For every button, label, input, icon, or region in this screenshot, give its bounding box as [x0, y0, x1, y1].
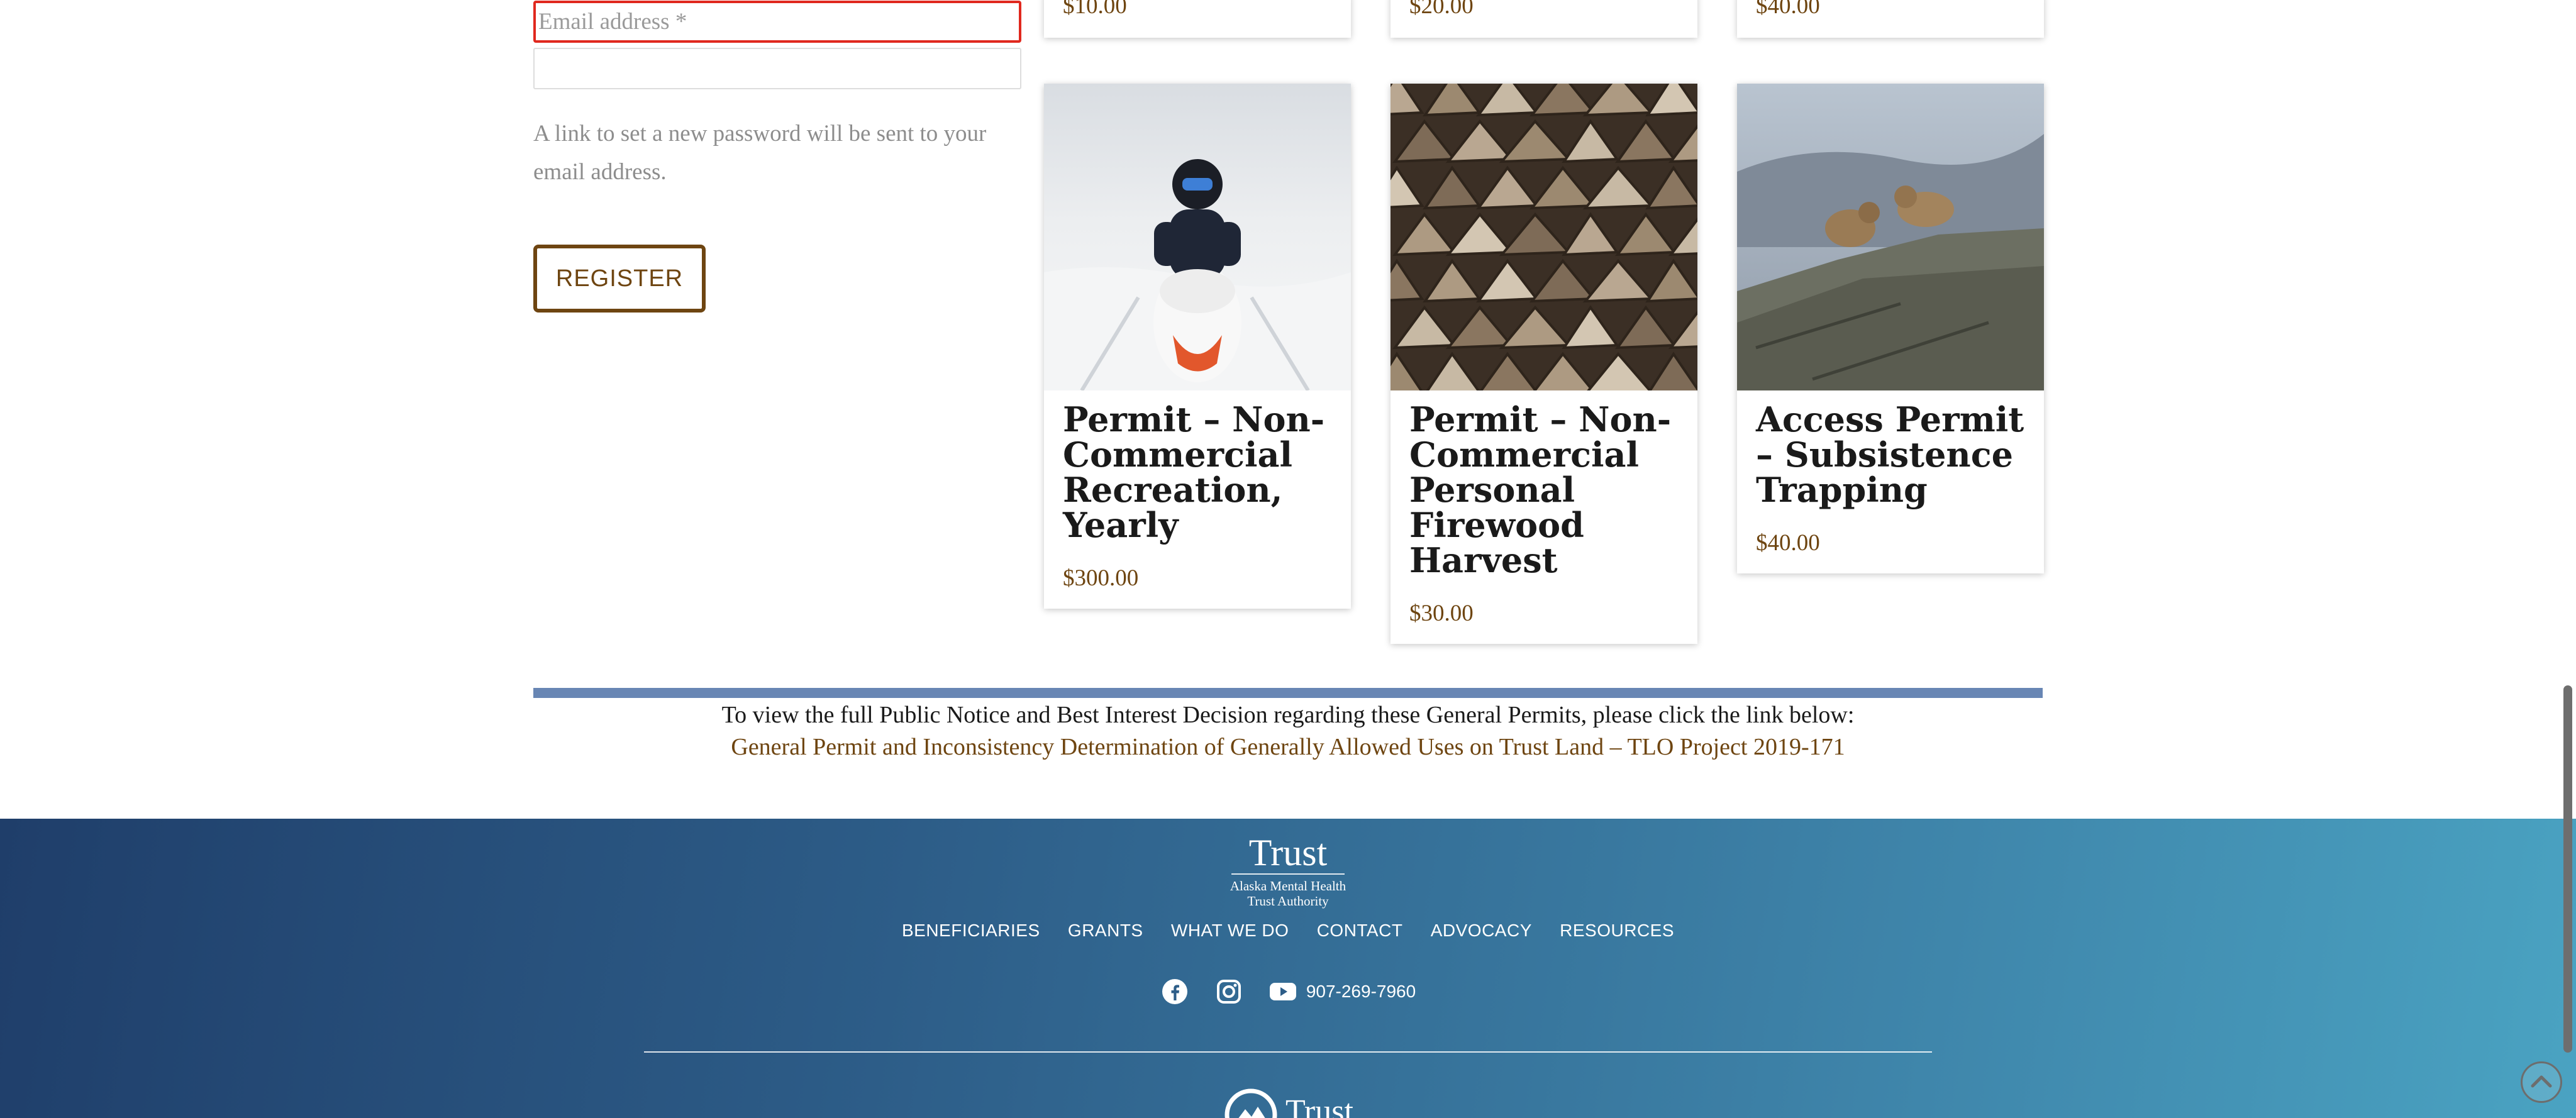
- facebook-icon[interactable]: [1160, 977, 1189, 1006]
- logo-subtitle-line2: Trust Authority: [1247, 894, 1329, 909]
- social-links: 907-269-7960: [0, 976, 2576, 1007]
- logo-wordmark: Trust: [1248, 832, 1328, 873]
- product-price: $40.00: [1756, 530, 1820, 556]
- notice-divider: [533, 688, 2043, 698]
- site-footer: Trust Alaska Mental Health Trust Authori…: [0, 819, 2576, 1118]
- product-price: $20.00: [1409, 0, 1474, 19]
- footer-nav-what-we-do[interactable]: WHAT WE DO: [1171, 921, 1289, 941]
- product-title[interactable]: Permit – Non-Commercial Recreation, Year…: [1063, 402, 1340, 543]
- password-reset-note: A link to set a new password will be sen…: [533, 121, 987, 185]
- youtube-link[interactable]: 907-269-7960: [1269, 977, 1416, 1006]
- youtube-icon[interactable]: [1269, 977, 1297, 1006]
- public-notice-text: To view the full Public Notice and Best …: [721, 702, 1855, 728]
- footer-nav-contact[interactable]: CONTACT: [1317, 921, 1403, 941]
- product-card-recreation-yearly[interactable]: Permit – Non-Commercial Recreation, Year…: [1044, 84, 1351, 609]
- product-card[interactable]: $20.00: [1391, 0, 1697, 38]
- product-price: $10.00: [1063, 0, 1127, 19]
- firewood-photo[interactable]: [1391, 84, 1697, 390]
- product-title[interactable]: Access Permit – Subsistence Trapping: [1756, 402, 2033, 507]
- product-card-firewood-harvest[interactable]: Permit – Non-Commercial Personal Firewoo…: [1391, 84, 1697, 644]
- register-button[interactable]: REGISTER: [533, 245, 706, 313]
- footer-nav-beneficiaries[interactable]: BENEFICIARIES: [902, 921, 1040, 941]
- product-title[interactable]: Permit – Non-Commercial Personal Firewoo…: [1409, 402, 1686, 578]
- product-card[interactable]: $40.00: [1737, 0, 2044, 38]
- page-scrollbar[interactable]: [2563, 685, 2572, 1053]
- product-price: $40.00: [1756, 0, 1820, 19]
- chevron-up-icon: [2531, 1075, 2552, 1088]
- logo-rule: [1231, 873, 1345, 875]
- footer-nav-resources[interactable]: RESOURCES: [1560, 921, 1674, 941]
- trust-logo[interactable]: Trust Alaska Mental Health Trust Authori…: [1220, 834, 1356, 909]
- product-price: $30.00: [1409, 601, 1474, 626]
- footer-nav-advocacy[interactable]: ADVOCACY: [1431, 921, 1532, 941]
- marmots-photo[interactable]: [1737, 84, 2044, 390]
- password-field[interactable]: [533, 48, 1021, 89]
- footer-divider: [644, 1051, 1932, 1053]
- product-card-subsistence-trapping[interactable]: Access Permit – Subsistence Trapping $40…: [1737, 84, 2044, 573]
- logo-subtitle-line1: Alaska Mental Health: [1230, 878, 1346, 894]
- trust-logo-secondary[interactable]: Trust: [1223, 1087, 1355, 1118]
- public-notice-link[interactable]: General Permit and Inconsistency Determi…: [533, 731, 2043, 763]
- footer-nav-grants[interactable]: GRANTS: [1068, 921, 1143, 941]
- snowmobile-photo[interactable]: [1044, 84, 1351, 390]
- email-address-input[interactable]: [533, 1, 1021, 43]
- product-card[interactable]: $10.00: [1044, 0, 1351, 38]
- instagram-icon[interactable]: [1214, 977, 1243, 1006]
- phone-number[interactable]: 907-269-7960: [1306, 982, 1416, 1002]
- scroll-to-top-button[interactable]: [2521, 1061, 2562, 1103]
- footer-nav: BENEFICIARIES GRANTS WHAT WE DO CONTACT …: [0, 921, 2576, 941]
- logo2-wordmark: Trust: [1285, 1093, 1353, 1118]
- product-price: $300.00: [1063, 565, 1139, 591]
